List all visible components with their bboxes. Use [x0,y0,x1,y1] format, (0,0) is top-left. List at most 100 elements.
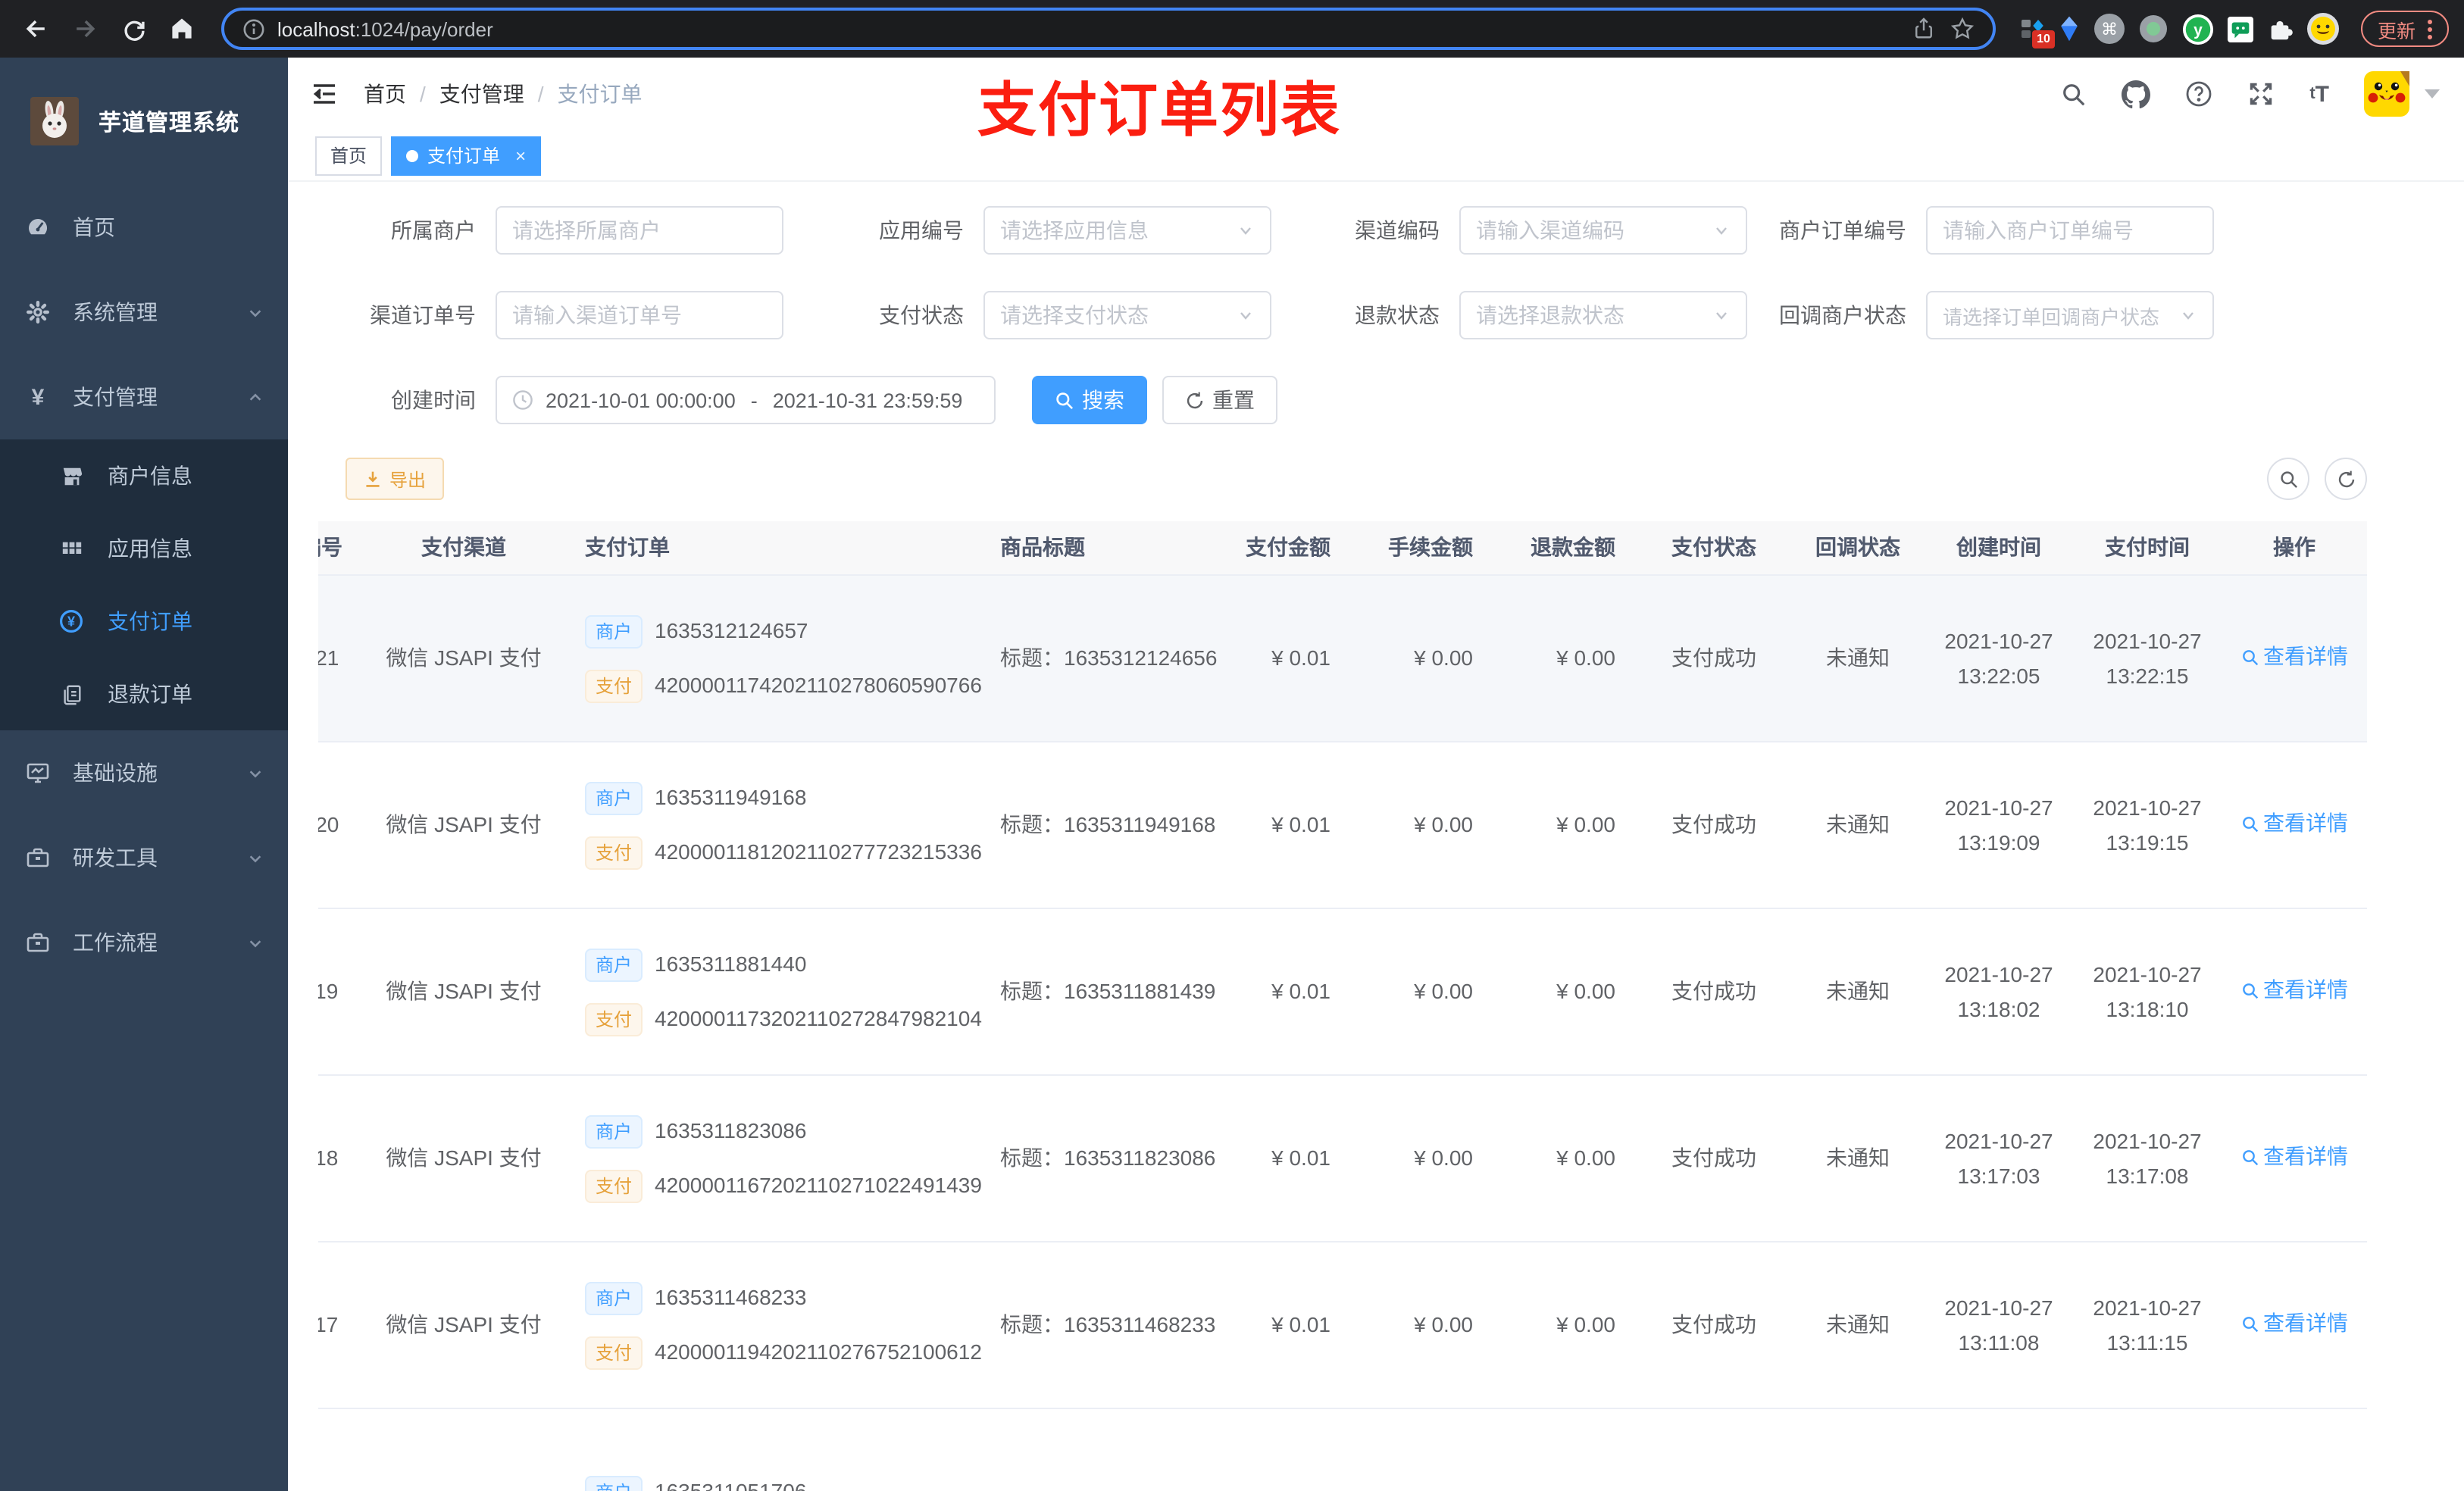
sidebar-item-label: 退款订单 [108,682,192,706]
breadcrumb-home[interactable]: 首页 [364,79,406,109]
table-toolbar: 导出 [318,458,2367,500]
user-menu[interactable] [2364,71,2440,117]
cell-channel: 微信 JSAPI 支付 [386,645,542,670]
cell-id: 117 [318,1312,339,1336]
chevron-down-icon [247,849,264,866]
breadcrumb-payment[interactable]: 支付管理 [439,79,524,109]
url-text[interactable]: localhost:1024/pay/order [277,17,1897,40]
sidebar-collapse-icon[interactable] [306,76,342,112]
refresh-button[interactable] [2325,458,2367,500]
breadcrumb-separator: / [420,82,426,106]
font-size-icon[interactable]: tT [2309,81,2329,107]
merchant-tag: 商户 [585,1114,643,1148]
yen-circle-icon: ¥ [59,609,83,633]
cell-pay-status: 支付成功 [1671,1312,1756,1336]
active-dot [406,149,419,161]
extension-gem-icon[interactable] [2058,15,2081,42]
pay-tag: 支付 [585,836,643,869]
view-detail-link[interactable]: 查看详情 [2240,1307,2348,1342]
refund-status-select[interactable]: 请选择退款状态 [1459,291,1747,339]
view-detail-link[interactable]: 查看详情 [2240,974,2348,1008]
browser-forward-button[interactable] [64,8,106,50]
sidebar-item-merchant-info[interactable]: 商户信息 [0,439,288,512]
extension-recorder-icon[interactable] [2138,14,2169,44]
sidebar-item-workflow[interactable]: 工作流程 [0,900,288,985]
col-header-refund: 退款金额 [1531,535,1615,559]
tags-view-bar: 首页 支付订单 × [288,130,2464,182]
help-icon[interactable] [2185,80,2212,108]
merchant-tag: 商户 [585,948,643,981]
tab-pay-order[interactable]: 支付订单 × [391,136,542,175]
sidebar-item-home[interactable]: 首页 [0,185,288,270]
bookmark-star-icon[interactable] [1950,17,1975,41]
channel-order-no-input[interactable]: 请输入渠道订单号 [496,291,783,339]
create-time-range-picker[interactable]: 2021-10-01 00:00:00 - 2021-10-31 23:59:5… [496,376,996,424]
notify-status-select[interactable]: 请选择订单回调商户状态 [1926,291,2214,339]
sidebar: 芋道管理系统 首页 系统管理 ¥ 支付管理 商户信息 应用信息 ¥ 支付订单 退… [0,58,288,1491]
user-avatar[interactable] [2364,71,2409,117]
merchant-select[interactable]: 请选择所属商户 [496,206,783,255]
breadcrumb-separator: / [537,82,544,106]
col-header-fee: 手续金额 [1388,535,1473,559]
search-button[interactable]: 搜索 [1032,376,1147,424]
extension-chat-icon[interactable] [2227,16,2253,42]
cell-amount: ¥ 0.01 [1271,812,1330,836]
table-header-row: 编号 支付渠道 支付订单 商品标题 支付金额 手续金额 退款金额 支付状态 回调… [318,521,2367,576]
pay-status-select[interactable]: 请选择支付状态 [983,291,1271,339]
pay-tag: 支付 [585,1002,643,1036]
profile-avatar-icon[interactable] [2306,12,2340,45]
sidebar-item-label: 应用信息 [108,536,192,561]
fullscreen-icon[interactable] [2247,80,2275,108]
col-header-create-time: 创建时间 [1956,535,2041,559]
pay-tag: 支付 [585,1336,643,1369]
browser-back-button[interactable] [15,8,58,50]
sidebar-item-infrastructure[interactable]: 基础设施 [0,730,288,815]
sidebar-item-dev-tools[interactable]: 研发工具 [0,815,288,900]
sidebar-item-pay-order[interactable]: ¥ 支付订单 [0,585,288,658]
cell-title: 标题：1635311823086 [1000,1146,1216,1170]
sidebar-item-payment[interactable]: ¥ 支付管理 [0,355,288,439]
view-detail-link[interactable]: 查看详情 [2240,1140,2348,1175]
extension-command-icon[interactable]: ⌘ [2093,14,2125,44]
toggle-search-button[interactable] [2267,458,2309,500]
extensions-puzzle-icon[interactable] [2267,16,2293,42]
merchant-order-no-input[interactable]: 请输入商户订单编号 [1926,206,2214,255]
browser-menu-icon[interactable] [2428,19,2432,39]
browser-update-button[interactable]: 更新 [2360,11,2449,47]
cell-fee: ¥ 0.00 [1414,979,1473,1003]
channel-pay-no: 4200001194202110276752100612 [655,1339,982,1364]
chevron-down-icon [1712,306,1731,324]
share-icon[interactable] [1912,17,1935,41]
briefcase-icon [26,846,50,870]
address-bar[interactable]: localhost:1024/pay/order [221,8,1996,50]
close-icon[interactable]: × [515,145,526,166]
channel-code-select[interactable]: 请输入渠道编码 [1459,206,1747,255]
cell-channel: 微信 JSAPI 支付 [386,812,542,836]
browser-home-button[interactable] [161,8,203,50]
site-info-icon[interactable] [242,17,265,40]
table-row: 117 微信 JSAPI 支付 商户 1635311468233 支付 420000… [318,1242,2367,1409]
merchant-order-no: 1635311468233 [655,1285,807,1309]
sidebar-item-label: 支付订单 [108,609,192,633]
view-detail-link[interactable]: 查看详情 [2240,807,2348,842]
export-button[interactable]: 导出 [346,458,445,500]
cell-channel: 微信 JSAPI 支付 [386,1312,542,1336]
cell-pay-time: 2021-10-27 13:18:10 [2093,961,2202,1021]
view-detail-link[interactable]: 查看详情 [2240,640,2348,675]
sidebar-item-app-info[interactable]: 应用信息 [0,512,288,585]
chevron-down-icon [1712,221,1731,239]
extension-grid-icon[interactable]: 10 [2020,17,2055,48]
sidebar-item-label: 工作流程 [73,930,158,955]
github-icon[interactable] [2122,80,2151,108]
tab-home[interactable]: 首页 [315,136,383,175]
browser-reload-button[interactable] [112,8,155,50]
sidebar-item-refund-order[interactable]: 退款订单 [0,658,288,730]
reset-button[interactable]: 重置 [1162,376,1277,424]
cell-amount: ¥ 0.01 [1271,1146,1330,1170]
sidebar-item-system[interactable]: 系统管理 [0,270,288,355]
app-select[interactable]: 请选择应用信息 [983,206,1271,255]
extension-y-icon[interactable]: y [2182,13,2214,45]
table-row: 119 微信 JSAPI 支付 商户 1635311881440 支付 420000… [318,909,2367,1076]
shop-icon [59,464,83,488]
search-icon[interactable] [2061,81,2087,107]
